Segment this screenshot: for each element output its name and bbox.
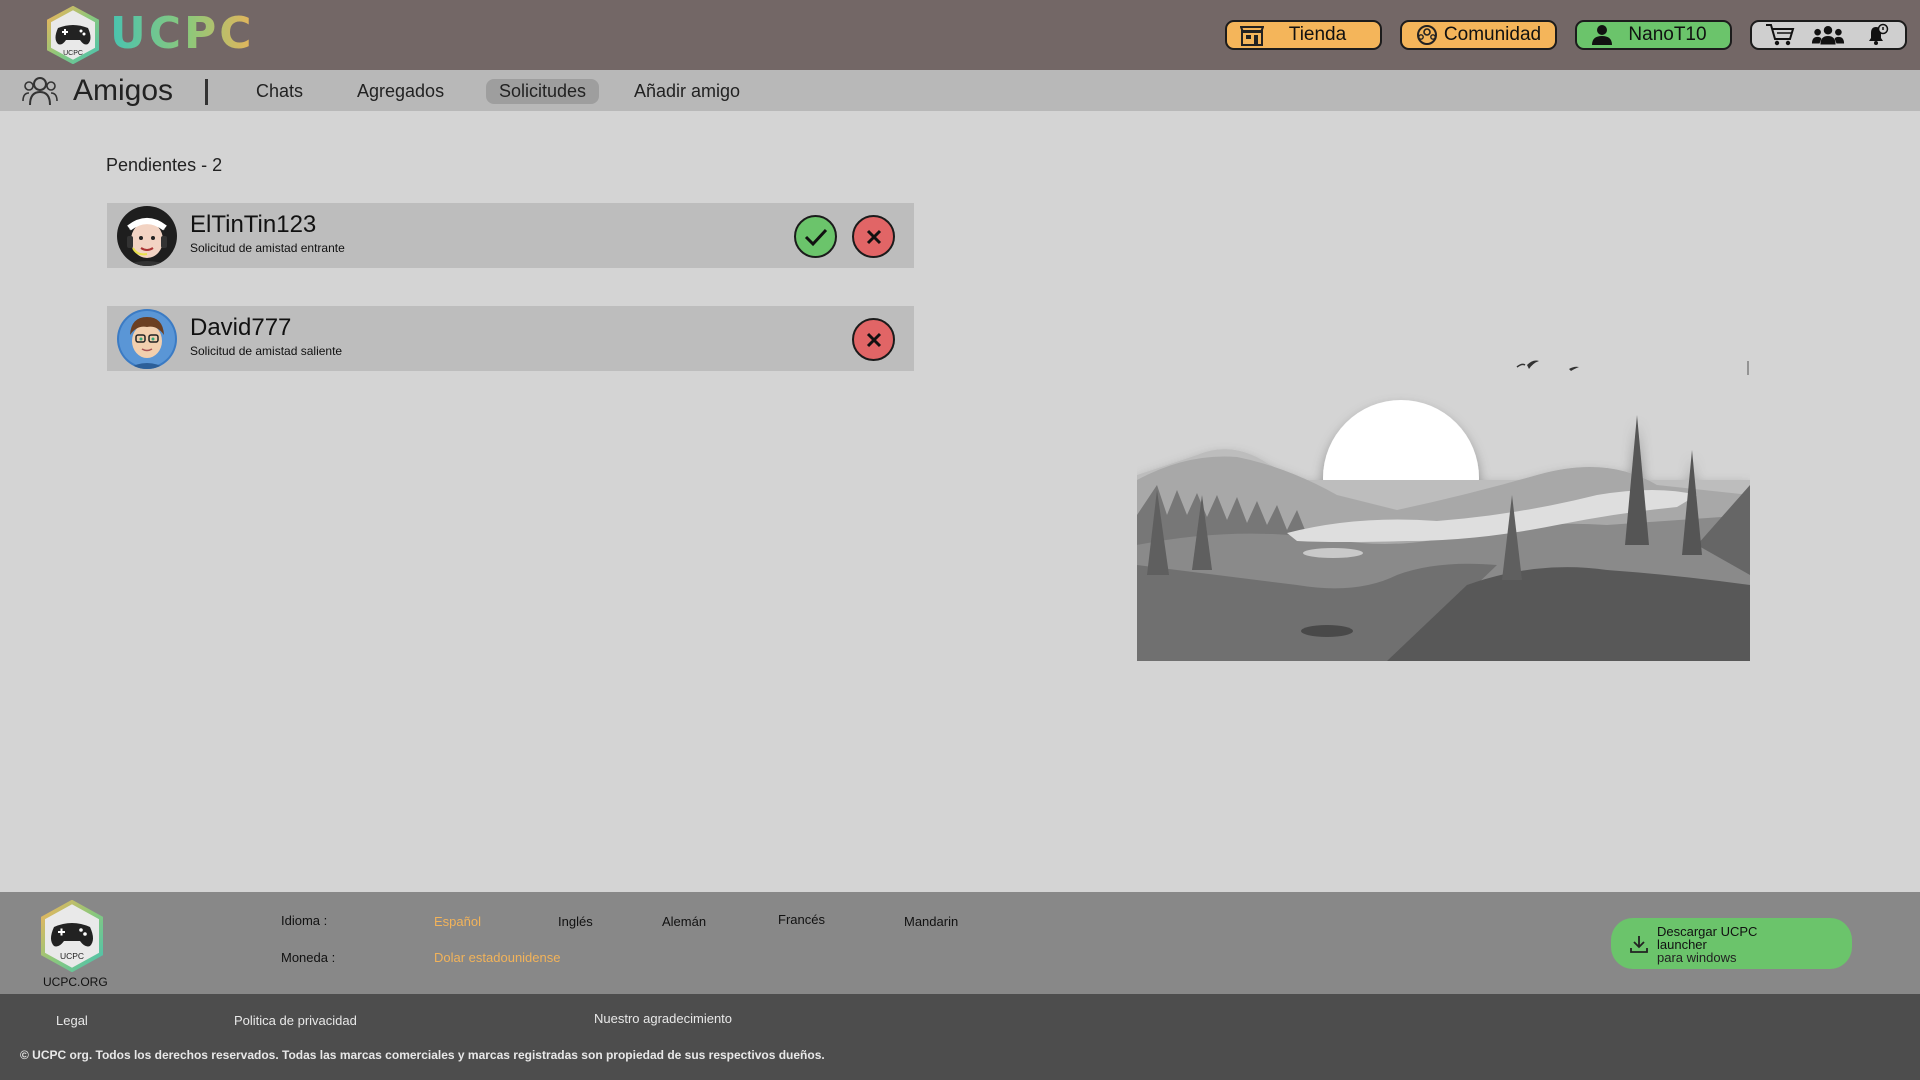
footer: UCPC UCPC.ORG Idioma : Español Inglés Al… — [0, 892, 1920, 994]
friends-section-icon — [22, 75, 58, 107]
notifications-icon[interactable] — [1860, 22, 1894, 48]
cancel-request-button[interactable] — [852, 318, 895, 361]
cart-icon[interactable] — [1763, 22, 1797, 48]
tab-add-friend[interactable]: Añadir amigo — [621, 79, 753, 104]
tab-chats[interactable]: Chats — [243, 79, 316, 104]
user-profile-button[interactable]: NanoT10 — [1575, 20, 1732, 50]
currency-label: Moneda : — [281, 950, 336, 965]
close-icon — [866, 332, 881, 347]
download-launcher-button[interactable]: Descargar UCPC launcher para windows — [1611, 918, 1852, 969]
request-username: David777 — [190, 314, 292, 341]
request-username: ElTinTin123 — [190, 211, 317, 238]
header-icon-group — [1750, 20, 1907, 50]
ucpc-footer-logo-icon[interactable]: UCPC — [40, 899, 104, 973]
request-type: Solicitud de amistad entrante — [190, 241, 345, 255]
community-label: Comunidad — [1443, 24, 1542, 45]
tab-requests[interactable]: Solicitudes — [486, 79, 600, 104]
store-button[interactable]: Tienda — [1225, 20, 1382, 50]
brand-name[interactable]: UCPC — [110, 8, 255, 59]
download-title: Descargar UCPC launcher — [1657, 924, 1758, 952]
avatar[interactable] — [117, 309, 177, 369]
bottom-bar: Legal Politica de privacidad Nuestro agr… — [0, 994, 1920, 1080]
community-button[interactable]: Comunidad — [1400, 20, 1557, 50]
user-icon — [1589, 23, 1615, 47]
language-option-mandarin[interactable]: Mandarin — [904, 914, 958, 929]
friend-request-card: ElTinTin123 Solicitud de amistad entrant… — [107, 203, 914, 268]
acknowledgements-link[interactable]: Nuestro agradecimiento — [594, 1011, 732, 1026]
request-type: Solicitud de amistad saliente — [190, 344, 343, 358]
language-option-german[interactable]: Alemán — [662, 914, 706, 929]
reject-request-button[interactable] — [852, 215, 895, 258]
section-title: Amigos — [73, 74, 174, 107]
user-label: NanoT10 — [1628, 24, 1707, 45]
copyright-notice: © UCPC org. Todos los derechos reservado… — [20, 1048, 825, 1062]
language-option-french[interactable]: Francés — [778, 912, 825, 927]
download-subtitle: para windows — [1657, 950, 1737, 965]
language-label: Idioma : — [281, 913, 328, 928]
language-option-spanish[interactable]: Español — [434, 914, 481, 929]
community-icon — [1414, 23, 1440, 47]
currency-option[interactable]: Dolar estadounidense — [434, 950, 560, 965]
friend-request-card: David777 Solicitud de amistad saliente — [107, 306, 914, 371]
accept-request-button[interactable] — [794, 215, 837, 258]
friends-icon[interactable] — [1811, 22, 1845, 48]
language-option-english[interactable]: Inglés — [558, 914, 593, 929]
store-label: Tienda — [1288, 24, 1347, 45]
download-icon — [1630, 936, 1648, 953]
check-icon — [804, 228, 827, 246]
store-icon — [1239, 23, 1265, 47]
svg-text:UCPC: UCPC — [63, 50, 83, 57]
top-bar: UCPC UCPC Tienda Comunidad NanoT10 — [0, 0, 1920, 70]
tab-added[interactable]: Agregados — [344, 79, 457, 104]
footer-org-label: UCPC.ORG — [43, 975, 108, 989]
legal-link[interactable]: Legal — [56, 1013, 88, 1028]
pending-title: Pendientes - 2 — [106, 155, 223, 175]
friends-subnav: Amigos Chats Agregados Solicitudes Añadi… — [0, 70, 1920, 111]
ucpc-logo-icon[interactable]: UCPC — [46, 5, 100, 65]
title-divider — [205, 79, 208, 105]
close-icon — [866, 229, 881, 244]
avatar[interactable] — [117, 206, 177, 266]
landscape-illustration — [1137, 345, 1750, 661]
svg-text:UCPC: UCPC — [60, 951, 84, 961]
privacy-policy-link[interactable]: Politica de privacidad — [234, 1013, 357, 1028]
